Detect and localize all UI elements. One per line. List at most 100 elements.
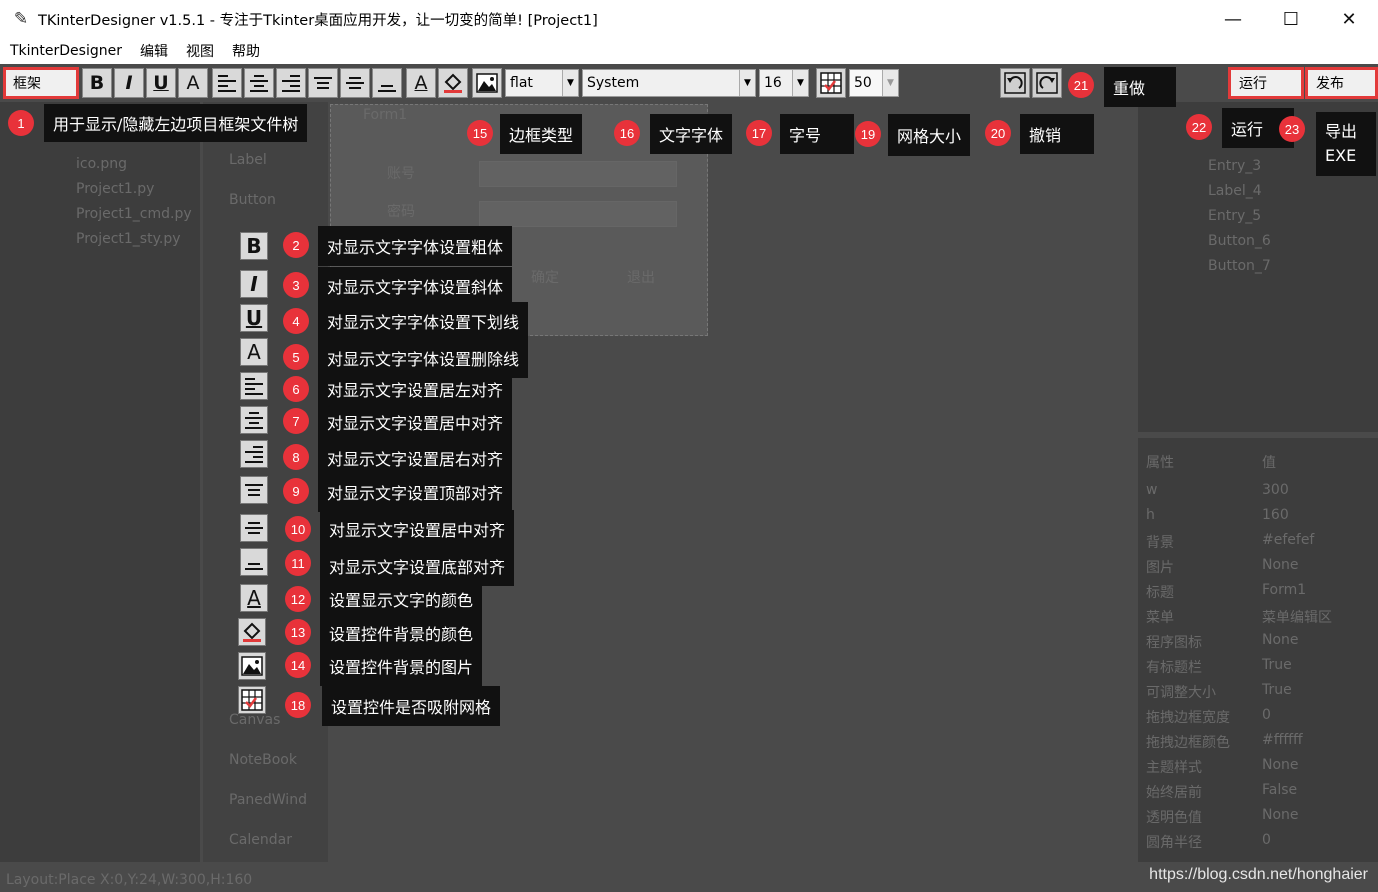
prop-name: 圆角半径 bbox=[1146, 835, 1202, 851]
prop-value[interactable]: Form1 bbox=[1262, 582, 1306, 598]
callout-badge: 19 bbox=[855, 121, 881, 147]
title-bar: ✎ TKinterDesigner v1.5.1 - 专注于Tkinter桌面应… bbox=[0, 0, 1378, 38]
prop-value[interactable]: None bbox=[1262, 632, 1299, 648]
callout-label: 对显示文字设置居左对齐 bbox=[318, 371, 513, 407]
frame-toggle-button[interactable]: 框架 bbox=[3, 67, 79, 99]
callout-badge: 10 bbox=[285, 516, 311, 542]
align-left-button[interactable] bbox=[212, 68, 242, 98]
callout-label: 边框类型 bbox=[500, 114, 583, 154]
callout-label: 重做 bbox=[1104, 67, 1176, 107]
tree-item[interactable]: Project1.py bbox=[76, 181, 154, 197]
grid-size-spinbox[interactable]: 50 ▼ bbox=[849, 69, 899, 97]
object-tree-item[interactable]: Entry_3 bbox=[1208, 158, 1261, 174]
callout-badge: 9 bbox=[283, 478, 309, 504]
prop-value[interactable]: 160 bbox=[1262, 507, 1289, 523]
italic-button[interactable]: I bbox=[114, 68, 144, 98]
close-button[interactable]: ✕ bbox=[1320, 0, 1378, 38]
object-tree-item[interactable]: Label_4 bbox=[1208, 183, 1262, 199]
exit-button[interactable]: 退出 bbox=[627, 267, 655, 287]
run-button[interactable]: 运行 bbox=[1228, 67, 1304, 99]
bold-button[interactable]: B bbox=[82, 68, 112, 98]
prop-value[interactable]: True bbox=[1262, 682, 1292, 698]
prop-value[interactable]: False bbox=[1262, 782, 1297, 798]
widget-item[interactable]: Button bbox=[229, 192, 276, 208]
prop-header-value: 值 bbox=[1262, 455, 1276, 471]
chevron-down-icon: ▼ bbox=[739, 70, 755, 96]
undo-button[interactable] bbox=[1000, 68, 1030, 98]
redo-button[interactable] bbox=[1032, 68, 1062, 98]
prop-name: 拖拽边框颜色 bbox=[1146, 735, 1230, 751]
menu-bar: TkinterDesigner 编辑 视图 帮助 bbox=[0, 38, 1378, 64]
widget-item[interactable]: Canvas bbox=[229, 712, 280, 728]
prop-value[interactable]: None bbox=[1262, 807, 1299, 823]
strike-button[interactable]: A bbox=[178, 68, 208, 98]
widget-item[interactable]: NoteBook bbox=[229, 752, 297, 768]
window-title: TKinterDesigner v1.5.1 - 专注于Tkinter桌面应用开… bbox=[38, 12, 598, 29]
menu-help[interactable]: 帮助 bbox=[222, 41, 268, 61]
prop-value[interactable]: None bbox=[1262, 557, 1299, 573]
underline-button[interactable]: U bbox=[146, 68, 176, 98]
prop-value[interactable]: None bbox=[1262, 757, 1299, 773]
image-icon bbox=[476, 73, 498, 93]
font-color-button[interactable]: A bbox=[406, 68, 436, 98]
callout-label: 设置控件背景的图片 bbox=[320, 646, 483, 686]
prop-value[interactable]: #ffffff bbox=[1262, 732, 1303, 748]
callout-label: 对显示文字字体设置下划线 bbox=[318, 302, 529, 340]
menu-view[interactable]: 视图 bbox=[176, 41, 222, 61]
object-tree-item[interactable]: Button_7 bbox=[1208, 258, 1271, 274]
align-left-icon bbox=[218, 74, 236, 92]
minimize-button[interactable]: — bbox=[1204, 0, 1262, 38]
widget-item[interactable]: PanedWind bbox=[229, 792, 307, 808]
align-bottom-button[interactable] bbox=[372, 68, 402, 98]
callout-badge: 5 bbox=[283, 344, 309, 370]
font-color-icon: A bbox=[240, 584, 268, 612]
prop-value[interactable]: 300 bbox=[1262, 482, 1289, 498]
font-size-select[interactable]: 16 ▼ bbox=[759, 69, 809, 97]
align-top-icon bbox=[314, 77, 332, 89]
chevron-down-icon: ▼ bbox=[562, 70, 578, 96]
maximize-button[interactable]: ☐ bbox=[1262, 0, 1320, 38]
grid-snap-button[interactable] bbox=[816, 68, 846, 98]
font-family-select[interactable]: System ▼ bbox=[582, 69, 756, 97]
border-type-select[interactable]: flat ▼ bbox=[505, 69, 579, 97]
prop-name: h bbox=[1146, 507, 1155, 523]
callout-badge: 8 bbox=[283, 444, 309, 470]
chevron-down-icon: ▼ bbox=[882, 70, 898, 96]
align-middle-button[interactable] bbox=[340, 68, 370, 98]
prop-name: 背景 bbox=[1146, 535, 1174, 551]
align-bottom-icon bbox=[378, 85, 396, 92]
menu-tkinterdesigner[interactable]: TkinterDesigner bbox=[0, 43, 130, 59]
bg-image-button[interactable] bbox=[472, 68, 502, 98]
prop-value[interactable]: 0 bbox=[1262, 707, 1271, 723]
prop-name: 图片 bbox=[1146, 560, 1174, 576]
align-right-button[interactable] bbox=[276, 68, 306, 98]
prop-value[interactable]: #efefef bbox=[1262, 532, 1314, 548]
align-center-button[interactable] bbox=[244, 68, 274, 98]
ok-button[interactable]: 确定 bbox=[531, 267, 559, 287]
grid-size-value: 50 bbox=[854, 75, 872, 91]
tree-item[interactable]: Project1_cmd.py bbox=[76, 206, 192, 222]
watermark: https://blog.csdn.net/honghaier bbox=[1149, 866, 1368, 883]
tree-item[interactable]: ico.png bbox=[76, 156, 127, 172]
publish-button[interactable]: 发布 bbox=[1305, 67, 1378, 99]
tree-item[interactable]: Project1_sty.py bbox=[76, 231, 181, 247]
bold-icon: B bbox=[240, 232, 268, 260]
widget-item[interactable]: Label bbox=[229, 152, 267, 168]
prop-value[interactable]: 0 bbox=[1262, 832, 1271, 848]
prop-value[interactable]: True bbox=[1262, 657, 1292, 673]
password-entry[interactable] bbox=[479, 201, 677, 227]
prop-value[interactable]: 菜单编辑区 bbox=[1262, 607, 1332, 627]
bg-color-button[interactable] bbox=[438, 68, 468, 98]
account-entry[interactable] bbox=[479, 161, 677, 187]
object-tree-item[interactable]: Button_6 bbox=[1208, 233, 1271, 249]
callout-label: 用于显示/隐藏左边项目框架文件树 bbox=[44, 104, 308, 142]
object-tree-item[interactable]: Entry_5 bbox=[1208, 208, 1261, 224]
align-top-button[interactable] bbox=[308, 68, 338, 98]
align-middle-icon bbox=[346, 77, 364, 89]
menu-edit[interactable]: 编辑 bbox=[130, 41, 176, 61]
callout-badge: 13 bbox=[285, 619, 311, 645]
widget-item[interactable]: Calendar bbox=[229, 832, 292, 848]
italic-icon: I bbox=[240, 270, 268, 298]
project-tree-panel: ico.png Project1.py Project1_cmd.py Proj… bbox=[0, 102, 200, 862]
callout-badge: 2 bbox=[283, 232, 309, 258]
